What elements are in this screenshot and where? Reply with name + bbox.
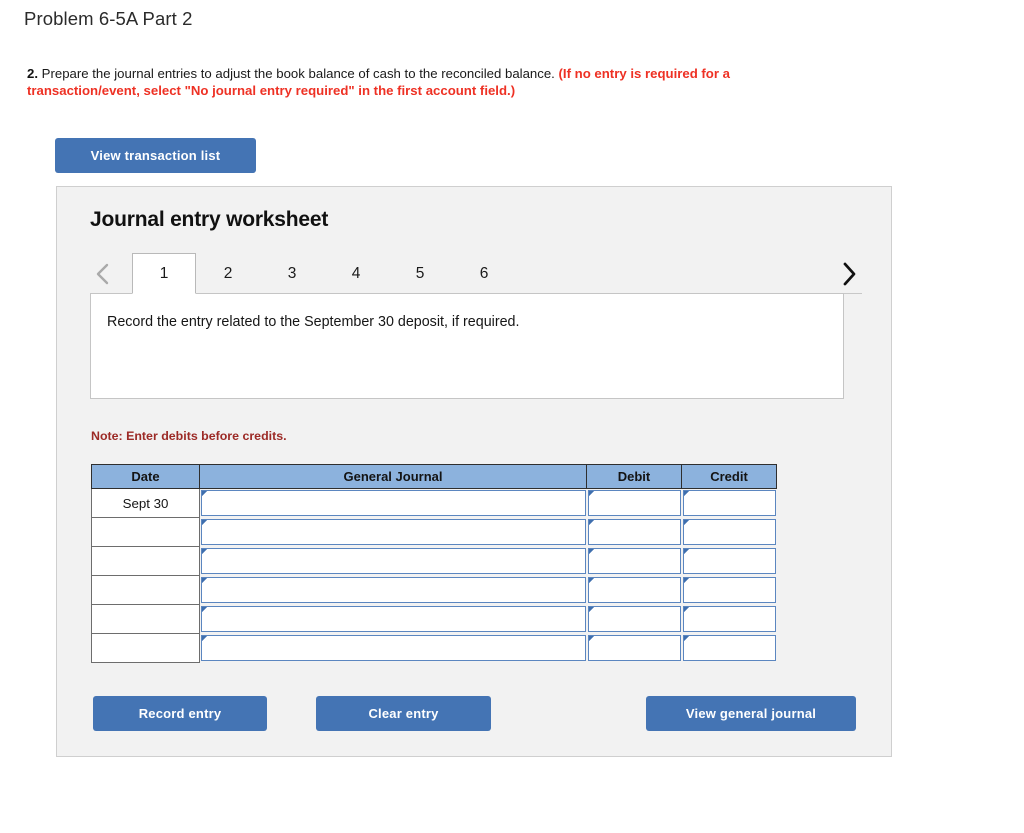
debit-input-1[interactable] — [587, 490, 681, 516]
debit-cell-4[interactable] — [586, 575, 682, 605]
view-transaction-list-button[interactable]: View transaction list — [55, 138, 256, 173]
clear-entry-button[interactable]: Clear entry — [316, 696, 491, 731]
general-journal-input-6[interactable] — [201, 634, 586, 661]
general-journal-cell-1[interactable] — [199, 488, 587, 518]
question-text: Prepare the journal entries to adjust th… — [41, 66, 555, 81]
credit-input-2[interactable] — [682, 518, 776, 545]
debit-input-2[interactable] — [587, 518, 681, 545]
column-header-credit: Credit — [681, 464, 777, 489]
credit-cell-1[interactable] — [681, 488, 777, 518]
credit-cell-4[interactable] — [681, 575, 777, 605]
debit-input-6[interactable] — [587, 634, 681, 661]
general-journal-cell-2[interactable] — [199, 517, 587, 547]
credit-cell-5[interactable] — [681, 604, 777, 634]
table-row — [91, 604, 777, 634]
general-journal-cell-4[interactable] — [199, 575, 587, 605]
tab-4[interactable]: 4 — [324, 253, 388, 294]
credit-input-6[interactable] — [682, 634, 776, 661]
column-header-date: Date — [91, 464, 200, 489]
general-journal-input-2[interactable] — [201, 518, 586, 545]
journal-entry-table: Date General Journal Debit Credit Sept 3… — [91, 464, 777, 663]
tab-4-label: 4 — [351, 264, 361, 282]
question-instructions: 2. Prepare the journal entries to adjust… — [27, 66, 817, 99]
chevron-left-icon[interactable] — [90, 259, 116, 289]
table-row — [91, 633, 777, 663]
tab-1-label: 1 — [159, 264, 169, 282]
worksheet-tabstrip: 1 2 3 4 5 6 — [90, 253, 862, 294]
tab-3[interactable]: 3 — [260, 253, 324, 294]
table-row: Sept 30 — [91, 488, 777, 518]
debits-before-credits-note: Note: Enter debits before credits. — [91, 429, 287, 443]
tab-3-label: 3 — [287, 264, 297, 282]
credit-input-3[interactable] — [682, 547, 776, 574]
chevron-right-icon[interactable] — [836, 259, 862, 289]
worksheet-title: Journal entry worksheet — [90, 208, 329, 231]
credit-cell-3[interactable] — [681, 546, 777, 576]
table-header-row: Date General Journal Debit Credit — [91, 464, 777, 489]
general-journal-input-4[interactable] — [201, 576, 586, 603]
debit-cell-3[interactable] — [586, 546, 682, 576]
debit-cell-2[interactable] — [586, 517, 682, 547]
date-cell-4[interactable] — [91, 575, 200, 605]
tab-1[interactable]: 1 — [132, 253, 196, 294]
question-number: 2. — [27, 66, 38, 81]
credit-input-4[interactable] — [682, 576, 776, 603]
journal-entry-worksheet-panel: Journal entry worksheet 1 2 3 4 5 6 Reco… — [56, 186, 892, 757]
credit-cell-6[interactable] — [681, 633, 777, 663]
record-entry-button[interactable]: Record entry — [93, 696, 267, 731]
table-row — [91, 517, 777, 547]
date-cell-6[interactable] — [91, 633, 200, 663]
general-journal-input-3[interactable] — [201, 547, 586, 574]
debit-input-3[interactable] — [587, 547, 681, 574]
general-journal-cell-6[interactable] — [199, 633, 587, 663]
date-cell-1[interactable]: Sept 30 — [91, 488, 200, 518]
date-cell-3[interactable] — [91, 546, 200, 576]
general-journal-input-5[interactable] — [201, 605, 586, 632]
table-row — [91, 546, 777, 576]
tab-2-label: 2 — [223, 264, 233, 282]
debit-input-5[interactable] — [587, 605, 681, 632]
general-journal-input-1[interactable] — [201, 490, 586, 516]
entry-prompt-text: Record the entry related to the Septembe… — [107, 314, 520, 330]
date-cell-2[interactable] — [91, 517, 200, 547]
tab-6[interactable]: 6 — [452, 253, 516, 294]
entry-prompt-box: Record the entry related to the Septembe… — [90, 293, 844, 399]
page-title: Problem 6-5A Part 2 — [24, 8, 193, 29]
credit-input-1[interactable] — [682, 490, 776, 516]
general-journal-cell-3[interactable] — [199, 546, 587, 576]
date-cell-5[interactable] — [91, 604, 200, 634]
column-header-debit: Debit — [586, 464, 682, 489]
tab-6-label: 6 — [479, 264, 489, 282]
credit-cell-2[interactable] — [681, 517, 777, 547]
debit-cell-5[interactable] — [586, 604, 682, 634]
debit-cell-6[interactable] — [586, 633, 682, 663]
tab-5[interactable]: 5 — [388, 253, 452, 294]
credit-input-5[interactable] — [682, 605, 776, 632]
debit-cell-1[interactable] — [586, 488, 682, 518]
table-row — [91, 575, 777, 605]
tab-2[interactable]: 2 — [196, 253, 260, 294]
column-header-general-journal: General Journal — [199, 464, 587, 489]
view-general-journal-button[interactable]: View general journal — [646, 696, 856, 731]
tab-5-label: 5 — [415, 264, 425, 282]
general-journal-cell-5[interactable] — [199, 604, 587, 634]
debit-input-4[interactable] — [587, 576, 681, 603]
